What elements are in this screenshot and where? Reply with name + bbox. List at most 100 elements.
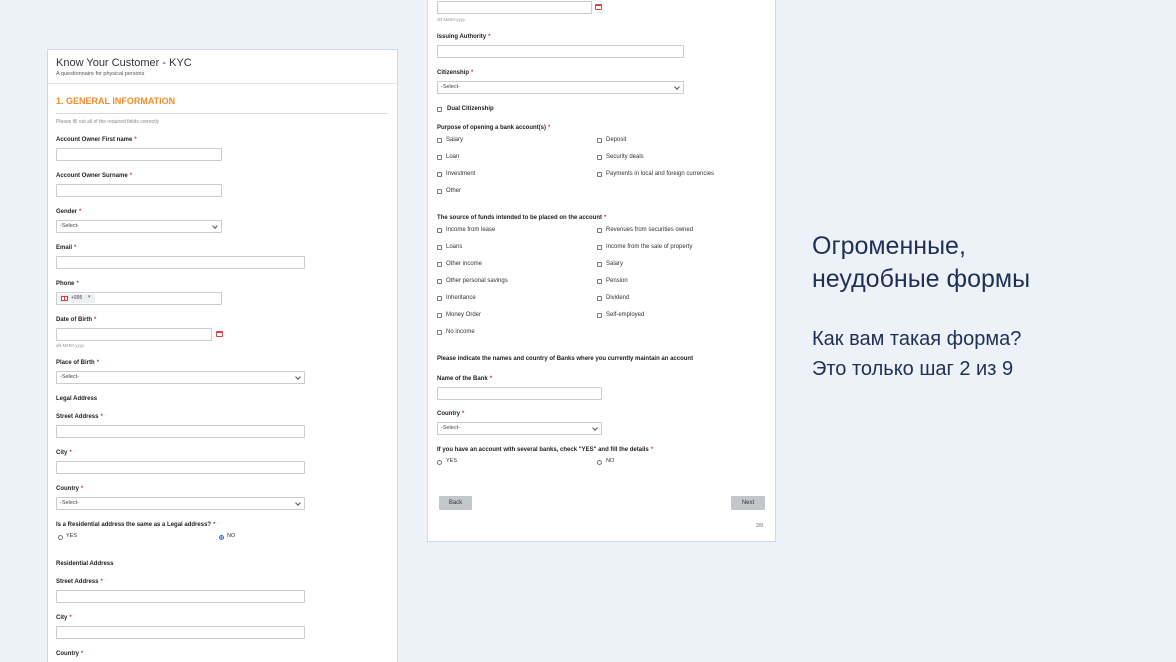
funds-checkbox[interactable] <box>437 313 442 318</box>
required-mark: * <box>100 579 103 585</box>
funds-checkbox[interactable] <box>437 279 442 284</box>
several-banks-yes-radio[interactable] <box>437 460 442 465</box>
purpose-checkbox[interactable] <box>597 138 602 143</box>
date-format-hint: dd-MMM-yyyy <box>437 17 466 22</box>
purpose-checkbox[interactable] <box>437 189 442 194</box>
form-title: Know Your Customer - KYC <box>56 57 192 69</box>
funds-checkbox[interactable] <box>437 245 442 250</box>
purpose-checkbox[interactable] <box>437 172 442 177</box>
required-mark: * <box>69 615 72 621</box>
funds-option: Other income <box>446 261 483 267</box>
funds-checkbox[interactable] <box>437 262 442 267</box>
bank-country-select[interactable]: -Select- <box>437 422 602 435</box>
country-code-picker[interactable]: +995 ▾ <box>58 294 95 303</box>
surname-input[interactable] <box>56 184 222 197</box>
purpose-checkbox[interactable] <box>437 155 442 160</box>
dob-input[interactable] <box>56 328 212 341</box>
funds-checkbox[interactable] <box>597 313 602 318</box>
required-mark: * <box>489 376 493 382</box>
citizenship-label: Citizenship * <box>437 70 474 76</box>
chevron-down-icon <box>674 84 680 90</box>
funds-checkbox[interactable] <box>597 245 602 250</box>
several-banks-no-radio[interactable] <box>597 460 602 465</box>
page-indicator: 2/9 <box>756 523 763 529</box>
funds-option: Inheritance <box>446 295 476 301</box>
required-mark: * <box>81 486 84 492</box>
dob-format-hint: dd-MMM-yyyy <box>56 343 85 348</box>
funds-checkbox[interactable] <box>597 262 602 267</box>
gender-select[interactable]: -Select- <box>56 220 222 233</box>
legal-street-input[interactable] <box>56 425 305 438</box>
res-street-label: Street Address * <box>56 579 103 585</box>
same-address-no-radio[interactable] <box>219 535 224 540</box>
bank-name-input[interactable] <box>437 387 602 400</box>
funds-option: Pension <box>606 278 628 284</box>
res-city-input[interactable] <box>56 626 305 639</box>
purpose-checkbox[interactable] <box>437 138 442 143</box>
dual-citizenship-label: Dual Citizenship <box>447 106 494 112</box>
funds-checkbox[interactable] <box>597 279 602 284</box>
chevron-down-icon <box>295 500 301 506</box>
calendar-icon[interactable] <box>595 4 602 10</box>
email-input[interactable] <box>56 256 305 269</box>
required-mark: * <box>650 447 654 453</box>
required-mark: * <box>100 414 103 420</box>
funds-option: No income <box>446 329 475 335</box>
calendar-icon[interactable] <box>216 331 223 337</box>
slide-text: Как вам такая форма? Это только шаг 2 из… <box>812 324 1021 384</box>
required-mark: * <box>96 360 100 366</box>
first-name-input[interactable] <box>56 148 222 161</box>
kyc-form-step-1: Know Your Customer - KYC A questionnaire… <box>47 49 398 662</box>
purpose-option: Deposit <box>606 137 627 143</box>
chevron-down-icon: ▾ <box>88 294 91 300</box>
several-banks-no-label: NO <box>606 458 615 464</box>
same-address-question: Is a Residential address the same as a L… <box>56 522 216 528</box>
chevron-down-icon <box>295 374 301 380</box>
surname-label: Account Owner Surname * <box>56 173 133 179</box>
slide-text-line-2: Это только шаг 2 из 9 <box>812 358 1014 380</box>
same-address-yes-radio[interactable] <box>58 535 63 540</box>
back-button[interactable]: Back <box>439 496 472 510</box>
required-mark: * <box>76 281 79 287</box>
legal-city-input[interactable] <box>56 461 305 474</box>
required-mark: * <box>604 215 607 221</box>
purpose-checkbox[interactable] <box>597 172 602 177</box>
email-label: Email * <box>56 245 77 251</box>
funds-option: Income from lease <box>446 227 496 233</box>
pob-label: Place of Birth * <box>56 360 100 366</box>
purpose-label: Purpose of opening a bank account(s) * <box>437 125 551 131</box>
required-mark: * <box>74 245 77 251</box>
purpose-option: Investment <box>446 171 476 177</box>
required-mark: * <box>488 34 491 40</box>
same-address-no-label: NO <box>227 533 236 539</box>
first-name-label: Account Owner First name * <box>56 137 137 143</box>
res-country-label: Country * <box>56 651 84 657</box>
funds-checkbox[interactable] <box>597 228 602 233</box>
funds-checkbox[interactable] <box>437 228 442 233</box>
purpose-option: Other <box>446 188 462 194</box>
purpose-option: Loan <box>446 154 460 160</box>
dual-citizenship-checkbox[interactable] <box>437 107 442 112</box>
funds-option: Income from the sale of property <box>606 244 693 250</box>
pob-select[interactable]: -Select- <box>56 371 305 384</box>
legal-country-select[interactable]: -Select- <box>56 497 305 510</box>
purpose-checkbox[interactable] <box>597 155 602 160</box>
funds-option: Salary <box>606 261 624 267</box>
chevron-down-icon <box>212 223 218 229</box>
next-button[interactable]: Next <box>731 496 765 510</box>
funds-label: The source of funds intended to be place… <box>437 215 607 221</box>
required-mark: * <box>129 173 133 179</box>
issuing-authority-input[interactable] <box>437 45 684 58</box>
legal-street-label: Street Address * <box>56 414 103 420</box>
funds-checkbox[interactable] <box>437 296 442 301</box>
issue-date-input[interactable] <box>437 1 592 14</box>
res-street-input[interactable] <box>56 590 305 603</box>
funds-checkbox[interactable] <box>597 296 602 301</box>
required-mark: * <box>134 137 137 143</box>
funds-checkbox[interactable] <box>437 330 442 335</box>
legal-city-label: City * <box>56 450 72 456</box>
issuing-authority-label: Issuing Authority * <box>437 34 491 40</box>
purpose-option: Payments in local and foreign currencies <box>606 171 715 177</box>
funds-option: Loans <box>446 244 463 250</box>
citizenship-select[interactable]: -Select- <box>437 81 684 94</box>
